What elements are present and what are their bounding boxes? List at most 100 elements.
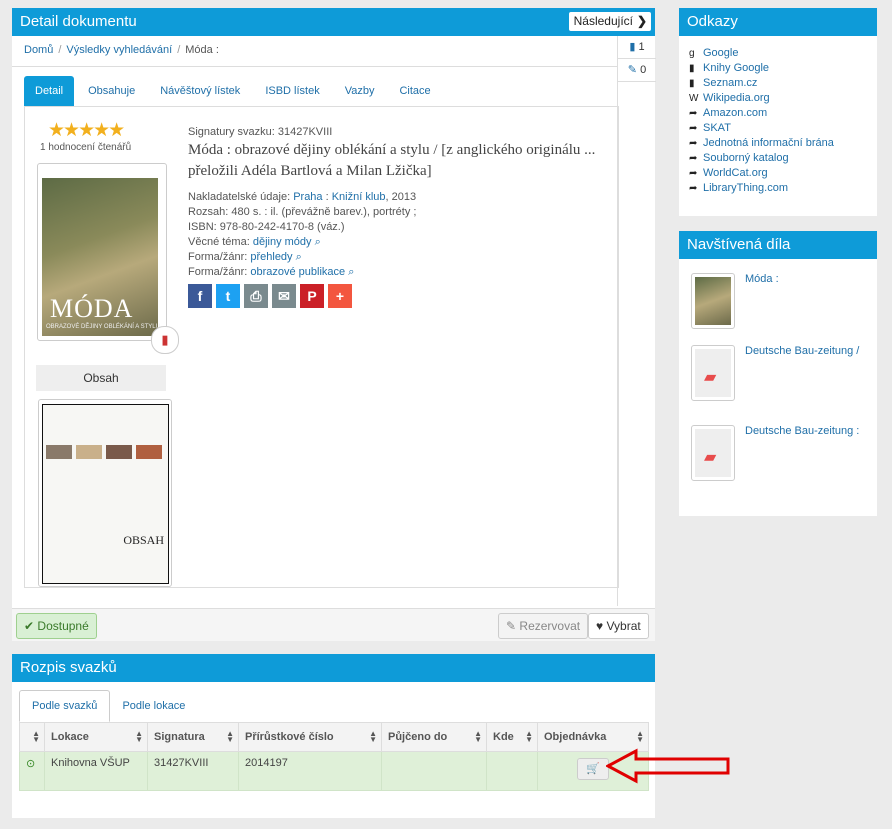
cell-cislo: 2014197 [238,751,382,791]
genre-row: Forma/žánr: obrazové publikace ⌕ [188,265,618,280]
twitter-icon[interactable]: t [216,284,240,308]
tab-obsahuje[interactable]: Obsahuje [77,76,146,106]
table-header-row: ▲ ▼ Lokace ▲ ▼ Signatura ▲ ▼ Přírůstkové čísl… [19,722,649,752]
visited-cover [695,277,731,325]
breadcrumb-results[interactable]: Výsledky vyhledávání [66,44,172,56]
link-google-books[interactable]: ▮ Knihy Google [689,61,877,76]
genre-link[interactable]: obrazové publikace [250,266,345,278]
share-arrow-icon: ➦ [689,168,698,179]
plus-icon[interactable]: + [328,284,352,308]
volumes-panel: Rozpis svazků Podle svazků Podle lokace ▲… [12,654,655,818]
column-kde[interactable]: Kde ▲ ▼ [486,722,538,752]
link-wikipedia[interactable]: W Wikipedia.org [689,91,877,106]
subject-link[interactable]: dějiny módy [253,236,312,248]
visited-header: Navštívená díla [679,231,877,259]
table-row: ⊙ Knihovna VŠUP 31427KVIII 2014197 🛒 [19,751,649,791]
link-seznam[interactable]: ▮ Seznam.cz [689,76,877,91]
pencil-icon: ✎ [627,64,638,76]
column-lokace[interactable]: Lokace ▲ ▼ [44,722,148,752]
obsah-cover-text: OBSAH [123,533,164,547]
share-arrow-icon: ➦ [689,153,698,164]
book-count[interactable]: ▮ 1 [618,36,656,59]
rating-text: 1 hodnocení čtenářů [40,142,132,153]
link-worldcat[interactable]: ➦ WorldCat.org [689,166,877,181]
book-placeholder-icon: ▰ [704,449,717,466]
visited-item-link[interactable]: Deutsche Bau-zeitung : [745,425,859,437]
visited-thumb[interactable] [691,273,735,329]
tab-isbd-listek[interactable]: ISBD lístek [254,76,330,106]
visited-item-link[interactable]: Deutsche Bau-zeitung / [745,345,859,357]
facebook-icon[interactable]: f [188,284,212,308]
link-souborny-katalog[interactable]: ➦ Souborný katalog [689,151,877,166]
side-counts: ▮ 1 ✎ 0 [617,36,656,606]
next-label: Následující [573,14,633,28]
visited-thumb[interactable]: ▰ [691,425,735,481]
link-google[interactable]: g Google [689,46,877,61]
sort-all-header[interactable]: ▲ ▼ [19,722,45,752]
link-amazon[interactable]: ➦ Amazon.com [689,106,877,121]
obsah-photo [76,445,102,459]
column-prirustkove-cislo[interactable]: Přírůstkové číslo ▲ ▼ [238,722,382,752]
cart-icon: 🛒 [586,763,600,775]
rating-stars[interactable]: ★★★★★ [48,119,125,142]
order-cart-button[interactable]: 🛒 [577,758,609,780]
signature: Signatury svazku: 31427KVIII [188,126,333,138]
tab-podle-svazku[interactable]: Podle svazků [19,690,111,722]
action-bar: ✔ Dostupné ✎ Rezervovat ♥ Vybrat [12,608,655,641]
detail-header: Detail dokumentu Následující ❯ [12,8,655,36]
genre-link[interactable]: přehledy [250,251,292,263]
check-icon: ✔ [24,619,35,633]
column-signatura[interactable]: Signatura ▲ ▼ [147,722,239,752]
share-arrow-icon: ➦ [689,183,698,194]
obsah-photo [46,445,72,459]
available-button[interactable]: ✔ Dostupné [16,613,97,639]
publisher-name-link[interactable]: Knižní klub [332,191,386,203]
visited-cover: ▰ [695,349,731,397]
cell-lokace: Knihovna VŠUP [44,751,148,791]
visited-item-link[interactable]: Móda : [745,273,779,285]
search-icon[interactable]: ⌕ [315,236,321,248]
book-count-value: 1 [638,41,645,53]
search-icon[interactable]: ⌕ [296,251,302,263]
reserve-button[interactable]: ✎ Rezervovat [498,613,589,639]
search-icon[interactable]: ⌕ [348,266,354,278]
visited-panel: Navštívená díla Móda : ▰ Deutsche Bau-ze… [679,231,877,516]
book-meta: Signatury svazku: 31427KVIII Móda : obra… [188,126,618,280]
pinterest-icon[interactable]: P [300,284,324,308]
tab-detail[interactable]: Detail [24,76,75,106]
google-icon: g [689,48,695,59]
link-librarything[interactable]: ➦ LibraryThing.com [689,181,877,196]
comment-count[interactable]: ✎ 0 [618,59,656,82]
pick-button[interactable]: ♥ Vybrat [588,613,649,639]
genre-row: Forma/žánr: přehledy ⌕ [188,250,618,265]
book-cover[interactable]: MÓDA OBRAZOVÉ DĚJINY OBLÉKÁNÍ A STYLU [37,163,167,341]
annotation-arrow [606,748,730,784]
share-arrow-icon: ➦ [689,108,698,119]
column-pujceno-do[interactable]: Půjčeno do ▲ ▼ [381,722,487,752]
publisher-row: Nakladatelské údaje: Praha : Knižní klub… [188,191,417,203]
book-icon: ▮ [629,41,636,53]
print-icon[interactable]: ⎙ [244,284,268,308]
links-header: Odkazy [679,8,877,36]
book-title: Móda : obrazové dějiny oblékání a stylu … [188,142,596,179]
genre-label: Forma/žánr: [188,266,248,278]
publisher-place-link[interactable]: Praha [293,191,322,203]
visited-cover: ▰ [695,429,731,477]
ebook-icon[interactable]: ▮ [151,326,179,354]
email-icon[interactable]: ✉ [272,284,296,308]
link-jib[interactable]: ➦ Jednotná informační brána [689,136,877,151]
tab-podle-lokace[interactable]: Podle lokace [110,691,197,721]
tab-vazby[interactable]: Vazby [334,76,386,106]
tab-navestovy-listek[interactable]: Návěštový lístek [149,76,251,106]
visited-thumb[interactable]: ▰ [691,345,735,401]
obsah-image[interactable]: OBSAH [38,399,172,587]
link-skat[interactable]: ➦ SKAT [689,121,877,136]
next-button[interactable]: Následující ❯ [568,12,651,31]
cell-pujceno [381,751,487,791]
extent-row: Rozsah: 480 s. : il. (převážně barev.), … [188,206,417,218]
links-list: g Google ▮ Knihy Google ▮ Seznam.cz W Wikipe… [679,36,877,196]
tab-citace[interactable]: Citace [388,76,441,106]
breadcrumb-home[interactable]: Domů [24,44,53,56]
share-bar: f t ⎙ ✉ P + [188,284,356,308]
available-label: Dostupné [37,619,89,633]
